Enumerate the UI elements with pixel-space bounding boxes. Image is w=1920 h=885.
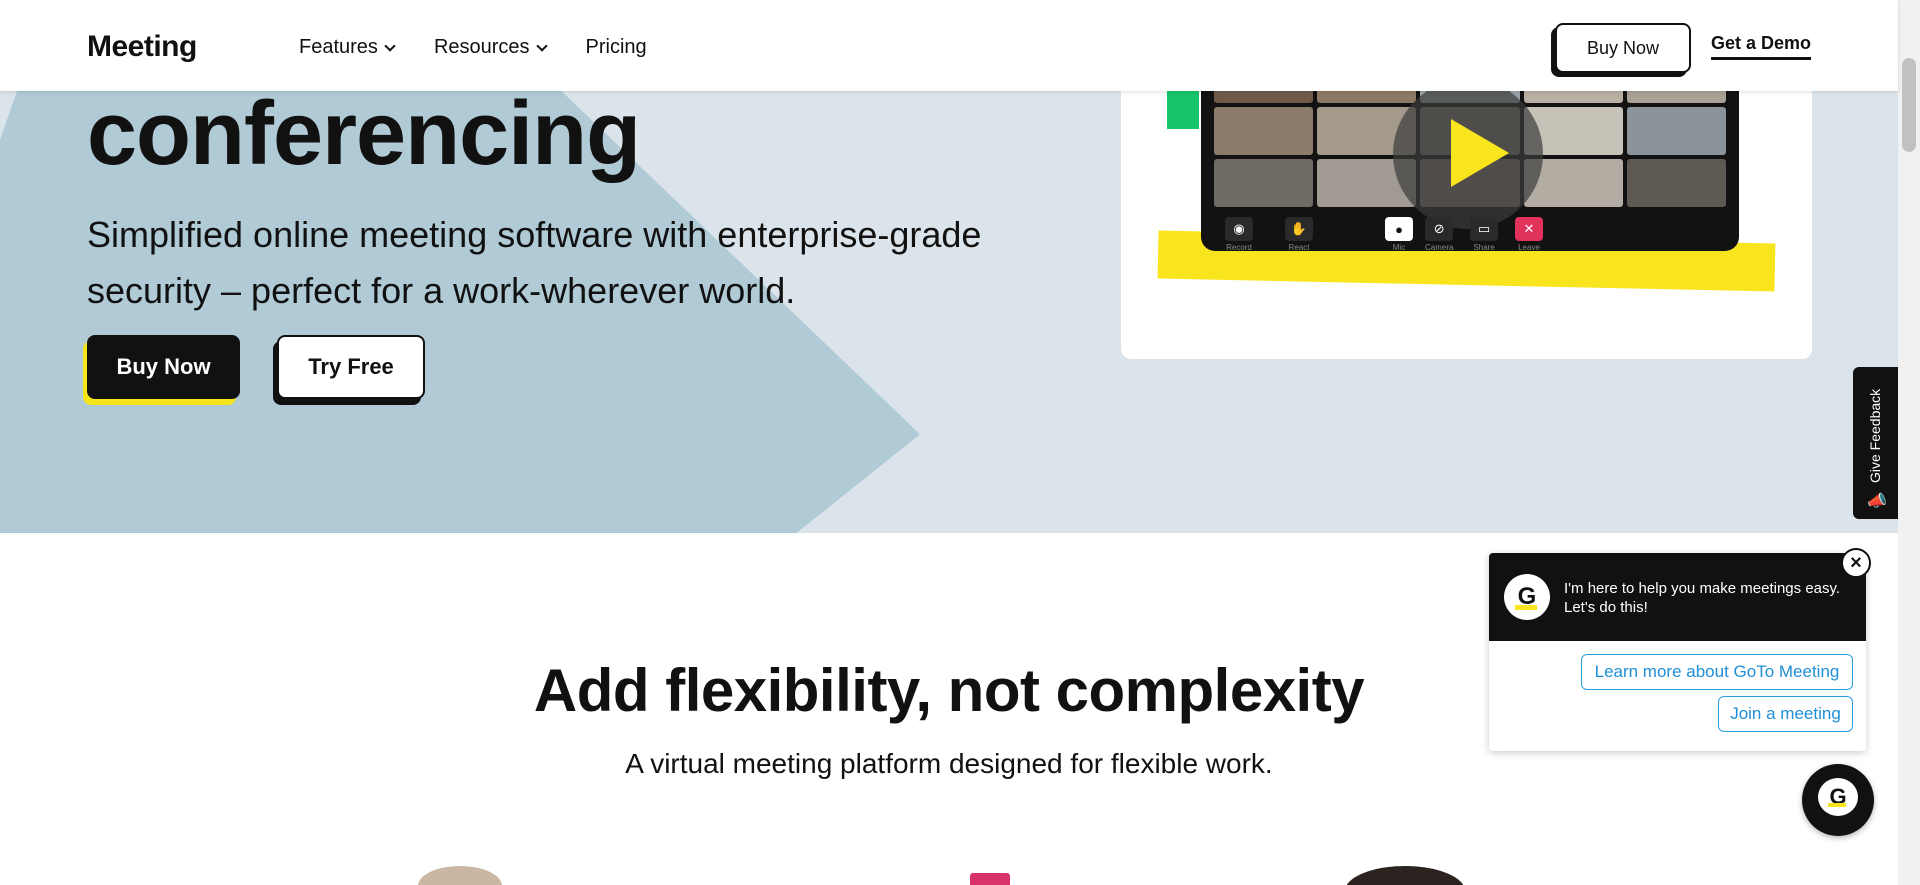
nav-resources[interactable]: Resources — [433, 36, 548, 59]
hero-title: conferencing — [87, 91, 641, 184]
chat-header: G I'm here to help you make meetings eas… — [1489, 553, 1866, 641]
nav-features-label: Features — [299, 36, 378, 58]
mic-icon: ● — [1385, 217, 1413, 241]
give-feedback-label: Give Feedback — [1867, 388, 1883, 483]
feature-image — [418, 866, 502, 885]
leave-label: Leave — [1518, 243, 1540, 252]
leave-icon: ✕ — [1515, 217, 1543, 241]
site-header: Meeting Features Resources Pricing Buy N… — [0, 0, 1898, 91]
camera-control: ⊘ Camera — [1425, 217, 1453, 252]
chat-bubble-icon: G — [1818, 778, 1858, 816]
nav-pricing[interactable]: Pricing — [586, 36, 647, 59]
participant-tile — [1626, 107, 1726, 155]
chat-message: I'm here to help you make meetings easy.… — [1564, 580, 1841, 616]
chevron-down-icon — [535, 39, 548, 52]
chat-launcher-button[interactable]: G — [1802, 764, 1874, 836]
participant-tile — [1317, 91, 1417, 103]
record-label: Record — [1226, 243, 1252, 252]
record-control: ◉ Record — [1225, 217, 1253, 252]
mic-control: ● Mic — [1385, 217, 1413, 252]
nav-features[interactable]: Features — [299, 36, 396, 59]
feature-image — [1345, 866, 1465, 885]
share-control: ▭ Share — [1470, 217, 1498, 252]
video-card: ◉ Record ✋ React ● Mic ⊘ Camera ▭ Share … — [1121, 91, 1812, 359]
participant-tile — [1214, 159, 1314, 207]
participant-tile — [1214, 107, 1314, 155]
header-buy-now-button[interactable]: Buy Now — [1555, 23, 1691, 73]
camera-off-icon: ⊘ — [1425, 217, 1454, 241]
learn-more-button[interactable]: Learn more about GoTo Meeting — [1581, 654, 1853, 690]
nav-pricing-label: Pricing — [585, 36, 647, 58]
hero-section: conferencing Simplified online meeting s… — [0, 91, 1898, 533]
get-demo-link[interactable]: Get a Demo — [1711, 33, 1812, 60]
megaphone-icon: 📣 — [1867, 493, 1887, 510]
participant-tile — [1523, 91, 1623, 103]
hand-icon: ✋ — [1285, 217, 1313, 241]
hero-buy-now-button[interactable]: Buy Now — [87, 335, 240, 399]
chevron-down-icon — [384, 39, 396, 52]
join-meeting-button[interactable]: Join a meeting — [1718, 696, 1853, 732]
hero-subtitle: Simplified online meeting software with … — [87, 214, 982, 311]
main-nav: Features Resources Pricing — [299, 36, 647, 59]
react-label: React — [1288, 243, 1310, 252]
share-off-icon: ▭ — [1470, 217, 1498, 241]
nav-resources-label: Resources — [433, 36, 530, 58]
mic-label: Mic — [1392, 243, 1406, 252]
participant-tile — [1626, 91, 1726, 103]
give-feedback-tab[interactable]: Give Feedback 📣 — [1853, 367, 1898, 519]
meeting-controls: ◉ Record ✋ React ● Mic ⊘ Camera ▭ Share … — [1225, 217, 1725, 252]
feature-image — [970, 873, 1010, 885]
play-icon — [1451, 119, 1509, 187]
participant-tile — [1214, 91, 1314, 103]
scrollbar-thumb[interactable] — [1902, 58, 1916, 152]
logo[interactable]: Meeting — [87, 30, 197, 64]
meeting-video-preview[interactable]: ◉ Record ✋ React ● Mic ⊘ Camera ▭ Share … — [1201, 91, 1739, 252]
chat-avatar: G — [1504, 574, 1550, 620]
leave-control: ✕ Leave — [1515, 217, 1543, 252]
section-subtitle: A virtual meeting platform designed for … — [625, 748, 1273, 779]
try-free-button[interactable]: Try Free — [277, 335, 425, 399]
camera-label: Camera — [1425, 243, 1454, 252]
participant-tile — [1626, 159, 1726, 207]
eye-icon: ◉ — [1225, 217, 1253, 241]
chat-popup: G I'm here to help you make meetings eas… — [1489, 548, 1871, 751]
react-control: ✋ React — [1285, 217, 1313, 252]
page-scrollbar[interactable] — [1898, 0, 1920, 885]
close-icon[interactable]: × — [1841, 548, 1871, 578]
green-accent — [1167, 91, 1199, 129]
share-label: Share — [1473, 243, 1495, 252]
